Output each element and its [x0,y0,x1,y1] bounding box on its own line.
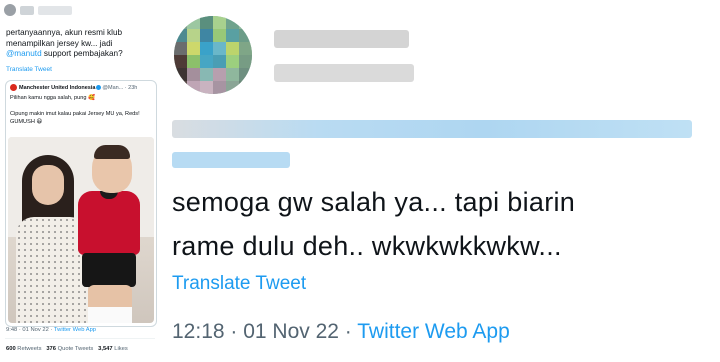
divider [5,338,155,339]
quoted-text-line: Pilihan kamu ngga salah, pung 🥰 [10,95,96,101]
left-tweet-screenshot: pertanyaannya, akun resmi klub menampilk… [0,0,161,362]
likes-label: Likes [114,346,128,352]
blurred-handle[interactable] [274,64,414,82]
quoted-tweet[interactable]: Manchester United Indonesia @Man... · 23h… [5,80,157,327]
blurred-handle [38,6,72,15]
source-app-link[interactable]: Twitter Web App [54,327,96,333]
tweet-text-line: @manutd support pembajakan? [6,49,156,60]
tweet-text-rest: support pembajakan? [41,49,123,58]
source-app-link[interactable]: Twitter Web App [357,320,510,343]
likes-count[interactable]: 3,547 [98,346,113,352]
verified-badge-icon [96,85,102,90]
tweet-text-line: semoga gw salah ya... tapi biarin [172,187,576,217]
timestamp-text[interactable]: 12:18 · 01 Nov 22 · [172,320,357,343]
quoted-text-line: GUMUSH 😆 [10,119,43,125]
blurred-name [20,6,34,15]
translate-tweet-link[interactable]: Translate Tweet [172,273,306,295]
quoted-account-name[interactable]: Manchester United Indonesia [19,85,95,91]
club-logo-icon [10,84,17,91]
tweet-text: pertanyaannya, akun resmi klub menampilk… [6,28,156,60]
translate-tweet-link[interactable]: Translate Tweet [6,66,52,73]
blurred-replying-to [172,120,692,138]
retweets-count[interactable]: 600 [6,346,16,352]
quote-tweets-label: Quote Tweets [57,346,94,352]
quoted-photo[interactable] [8,137,154,323]
tweet-timestamp: 12:18 · 01 Nov 22 · Twitter Web App [172,320,510,344]
quote-tweets-count[interactable]: 376 [46,346,56,352]
blurred-account-header [4,4,74,18]
tweet-text-line: pertanyaannya, akun resmi klub [6,28,123,37]
tweet-text-line: rame dulu deh.. wkwkwkkwkw... [172,231,562,261]
blurred-avatar [4,4,16,16]
tweet-timestamp: 9:48 · 01 Nov 22 · Twitter Web App [6,327,96,333]
blurred-avatar[interactable] [174,16,252,94]
right-tweet-screenshot: semoga gw salah ya... tapi biarin rame d… [164,0,720,362]
blurred-replying-to [172,152,290,168]
quoted-text-line: Cipung makin imut kalau pakai Jersey MU … [10,111,140,117]
quoted-tweet-header: Manchester United Indonesia @Man... · 23h [10,84,137,91]
timestamp-text: 9:48 · 01 Nov 22 · [6,327,54,333]
quoted-handle-time: @Man... · 23h [102,84,138,91]
tweet-text-line: menampilkan jersey kw... jadi [6,38,113,48]
tweet-stats: 600 Retweets 376 Quote Tweets 3,547 Like… [6,346,128,352]
blurred-display-name[interactable] [274,30,409,48]
tweet-text: semoga gw salah ya... tapi biarin rame d… [172,180,712,268]
retweets-label: Retweets [17,346,42,352]
mention-link[interactable]: @manutd [6,49,42,58]
